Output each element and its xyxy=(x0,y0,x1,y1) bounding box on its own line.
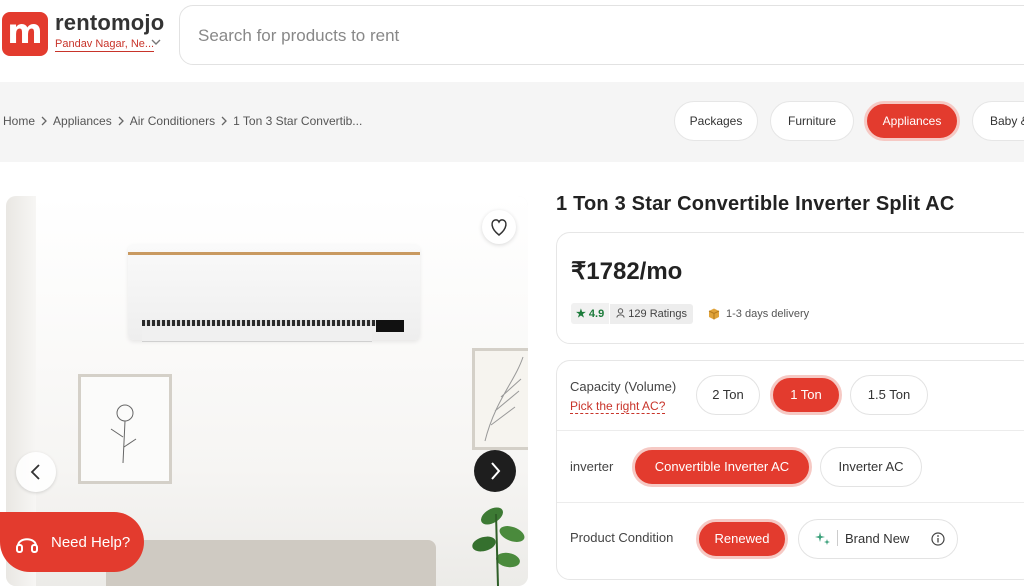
category-baby[interactable]: Baby & xyxy=(972,101,1024,141)
divider xyxy=(557,430,1024,431)
search-placeholder: Search for products to rent xyxy=(198,26,400,45)
delivery-info: 1-3 days delivery xyxy=(707,307,809,321)
need-help-label: Need Help? xyxy=(51,534,131,551)
arrow-left-icon xyxy=(30,464,40,480)
ratings-count[interactable]: 129 Ratings xyxy=(610,303,693,324)
chevron-down-icon[interactable] xyxy=(150,36,162,48)
rating-value: 4.9 xyxy=(588,308,605,320)
condition-option-brand-new[interactable]: Brand New xyxy=(798,519,958,559)
category-packages[interactable]: Packages xyxy=(674,101,758,141)
wishlist-button[interactable] xyxy=(482,210,516,244)
logo[interactable]: m xyxy=(2,12,48,56)
condition-label: Product Condition xyxy=(570,530,674,545)
capacity-option-2-ton[interactable]: 2 Ton xyxy=(696,375,760,415)
ac-vent xyxy=(142,320,404,326)
flower-sketch xyxy=(110,404,137,464)
condition-option-renewed[interactable]: Renewed xyxy=(696,519,788,559)
heart-icon xyxy=(491,219,507,236)
breadcrumb-bar: Home Appliances Air Conditioners 1 Ton 3… xyxy=(0,82,1024,162)
capacity-option-1-5-ton[interactable]: 1.5 Ton xyxy=(850,375,928,415)
rating-badges: ★ 4.9 129 Ratings 1-3 days delivery xyxy=(571,303,809,324)
inverter-label: inverter xyxy=(570,459,614,474)
user-icon xyxy=(616,307,625,318)
star-icon: ★ xyxy=(576,308,589,320)
product-title: 1 Ton 3 Star Convertible Inverter Split … xyxy=(556,193,955,215)
wall-frame-leaf xyxy=(472,348,528,450)
gallery-next-button[interactable] xyxy=(474,450,516,492)
chevron-right-icon xyxy=(118,116,124,126)
breadcrumb: Home Appliances Air Conditioners 1 Ton 3… xyxy=(3,114,362,128)
sparkle-icon xyxy=(815,532,830,545)
delivery-text: 1-3 days delivery xyxy=(726,307,810,320)
divider xyxy=(557,502,1024,503)
capacity-label: Capacity (Volume) xyxy=(570,379,677,394)
price: ₹1782/mo xyxy=(571,258,683,285)
price-card: ₹1782/mo ★ 4.9 129 Ratings 1-3 days deli… xyxy=(556,232,1024,344)
ratings-count-text: 129 Ratings xyxy=(628,307,687,320)
headset-icon xyxy=(16,538,38,553)
ac-display xyxy=(376,320,404,332)
need-help-button[interactable]: Need Help? xyxy=(0,512,144,572)
brand-new-label: Brand New xyxy=(845,531,910,546)
ac-unit-illustration xyxy=(128,244,420,342)
wall-frame-flower xyxy=(78,374,172,484)
chevron-right-icon xyxy=(221,116,228,126)
location-selector[interactable]: Pandav Nagar, Ne... xyxy=(55,38,155,52)
pick-right-ac-link[interactable]: Pick the right AC? xyxy=(570,399,666,414)
breadcrumb-home[interactable]: Home xyxy=(3,114,35,128)
category-appliances[interactable]: Appliances xyxy=(864,101,960,141)
gallery-prev-button[interactable] xyxy=(16,452,56,492)
leaf-sketch xyxy=(484,356,524,442)
brand-name[interactable]: rentomojo xyxy=(55,10,164,36)
options-card: Capacity (Volume) Pick the right AC? 2 T… xyxy=(556,360,1024,580)
inverter-option-inverter[interactable]: Inverter AC xyxy=(820,447,922,487)
breadcrumb-current: 1 Ton 3 Star Convertib... xyxy=(233,114,363,128)
separator xyxy=(837,530,838,546)
arrow-right-icon xyxy=(491,462,501,480)
box-icon xyxy=(708,308,720,319)
inverter-option-convertible[interactable]: Convertible Inverter AC xyxy=(632,447,812,487)
sofa-illustration xyxy=(106,540,436,586)
category-furniture[interactable]: Furniture xyxy=(770,101,854,141)
info-icon[interactable] xyxy=(931,532,945,546)
rating-badge: ★ 4.9 xyxy=(571,303,610,324)
breadcrumb-air-conditioners[interactable]: Air Conditioners xyxy=(130,114,215,128)
breadcrumb-appliances[interactable]: Appliances xyxy=(53,114,112,128)
header: m rentomojo Pandav Nagar, Ne... Search f… xyxy=(0,0,1024,78)
ac-stripe xyxy=(128,252,420,255)
capacity-option-1-ton[interactable]: 1 Ton xyxy=(770,375,842,415)
plant-illustration xyxy=(472,507,525,586)
ac-flap xyxy=(142,328,372,342)
search-input[interactable]: Search for products to rent xyxy=(179,5,1024,65)
chevron-right-icon xyxy=(41,116,47,126)
